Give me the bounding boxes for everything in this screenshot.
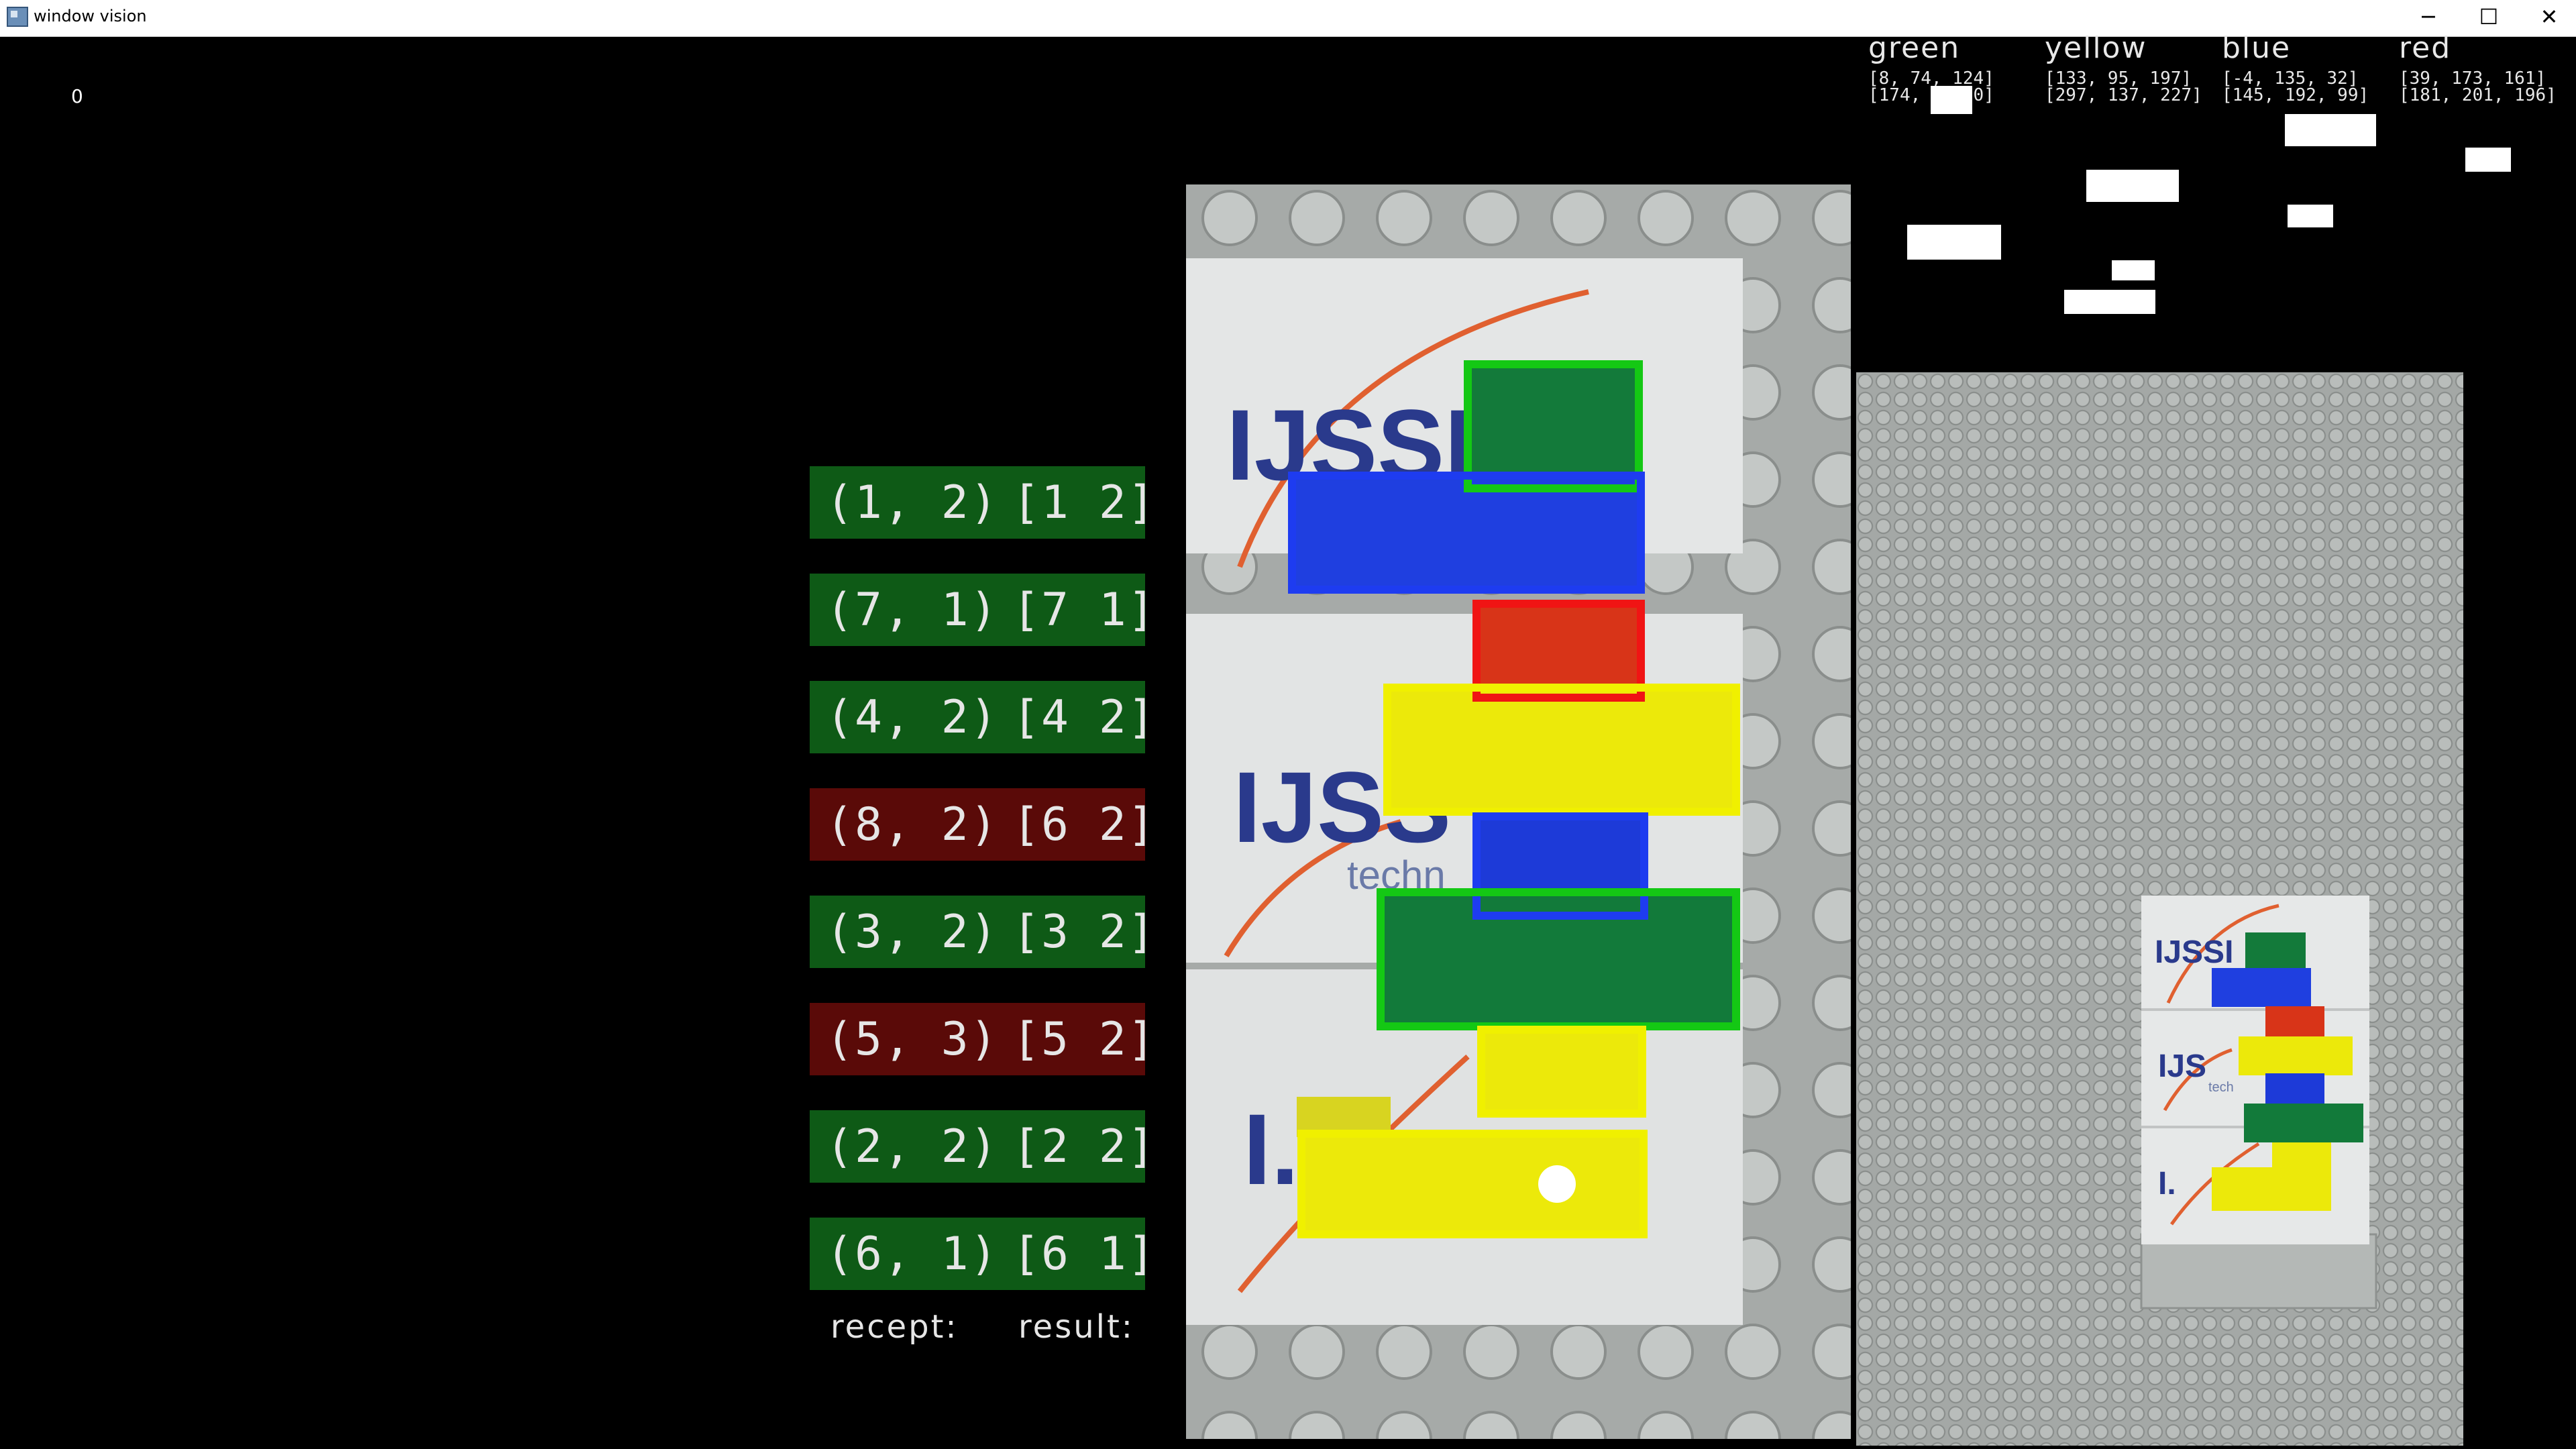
result-cell: [7 1]	[1012, 583, 1157, 637]
window-title-bar: window vision ─ ☐ ✕	[0, 0, 2576, 37]
centroid-marker	[1538, 1165, 1576, 1203]
threshold-high-yellow: [297, 137, 227]	[2045, 85, 2202, 105]
result-label: result:	[1018, 1308, 1134, 1346]
recept-label: recept:	[830, 1308, 959, 1346]
mini-brick-green	[2244, 1104, 2363, 1142]
mini-brick-yellow	[2212, 1167, 2331, 1211]
table-row: (6, 1) [6 1]	[810, 1218, 1155, 1290]
logo-text: I.	[1243, 1093, 1299, 1205]
threshold-name-blue: blue	[2222, 31, 2292, 65]
board-svg: IJSSI IJS tech I.	[2140, 896, 2377, 1309]
frame-counter: 0	[71, 85, 83, 107]
mask-blob	[1931, 86, 1972, 114]
close-button[interactable]: ✕	[2519, 0, 2576, 36]
brick-yellow	[1481, 1030, 1642, 1114]
recept-cell: (5, 3)	[826, 1012, 999, 1066]
table-row: (8, 2) [6 2]	[810, 788, 1155, 861]
brick-green	[1468, 366, 1642, 486]
board-logo-text: IJSSI	[2155, 934, 2233, 970]
table-row: (2, 2) [2 2]	[810, 1110, 1155, 1183]
result-cell: [5 2]	[1012, 1012, 1157, 1066]
recept-cell: (8, 2)	[826, 798, 999, 851]
recept-cell: (6, 1)	[826, 1227, 999, 1281]
threshold-name-yellow: yellow	[2045, 31, 2147, 65]
threshold-name-green: green	[1868, 31, 1961, 65]
table-row: (5, 3) [5 2]	[810, 1003, 1155, 1075]
board-logo-text: IJS	[2158, 1049, 2206, 1084]
table-row: (3, 2) [3 2]	[810, 896, 1155, 968]
mini-brick-blue	[2212, 968, 2311, 1007]
result-cell: [6 2]	[1012, 798, 1157, 851]
mask-blob	[1907, 225, 2001, 260]
camera-view: IJSSE IJSS techn I.	[1186, 184, 1851, 1439]
recept-cell: (3, 2)	[826, 905, 999, 959]
mini-brick-yellow	[2239, 1036, 2353, 1075]
maximize-button[interactable]: ☐	[2459, 0, 2519, 36]
mask-blob	[2064, 290, 2155, 314]
table-row: (7, 1) [7 1]	[810, 574, 1155, 646]
threshold-name-red: red	[2399, 31, 2452, 65]
threshold-high-red: [181, 201, 196]	[2399, 85, 2557, 105]
brick-yellow	[1300, 1134, 1646, 1238]
result-cell: [2 2]	[1012, 1120, 1157, 1173]
board-logo-subtext: tech	[2208, 1080, 2234, 1095]
result-cell: [3 2]	[1012, 905, 1157, 959]
result-cell: [1 2]	[1012, 476, 1157, 529]
recept-cell: (2, 2)	[826, 1120, 999, 1173]
table-row: (4, 2) [4 2]	[810, 681, 1155, 753]
threshold-high-blue: [145, 192, 99]	[2222, 85, 2369, 105]
mask-blob	[2285, 114, 2376, 146]
mask-blob	[2288, 205, 2333, 227]
result-cell: [6 1]	[1012, 1227, 1157, 1281]
recept-cell: (1, 2)	[826, 476, 999, 529]
mask-blob	[2465, 148, 2511, 172]
board-logo-text: I.	[2158, 1166, 2176, 1201]
recept-cell: (4, 2)	[826, 690, 999, 744]
mask-blob	[2112, 260, 2155, 280]
app-icon	[7, 7, 28, 27]
camera-svg: IJSSE IJSS techn I.	[1186, 184, 1851, 1439]
mask-blob	[2086, 170, 2179, 202]
table-row: (1, 2) [1 2]	[810, 466, 1155, 539]
window-title: window vision	[34, 7, 147, 25]
brick-yellow	[1387, 688, 1736, 815]
result-cell: [4 2]	[1012, 690, 1157, 744]
recept-cell: (7, 1)	[826, 583, 999, 637]
board-preview: IJSSI IJS tech I.	[1856, 372, 2463, 1446]
